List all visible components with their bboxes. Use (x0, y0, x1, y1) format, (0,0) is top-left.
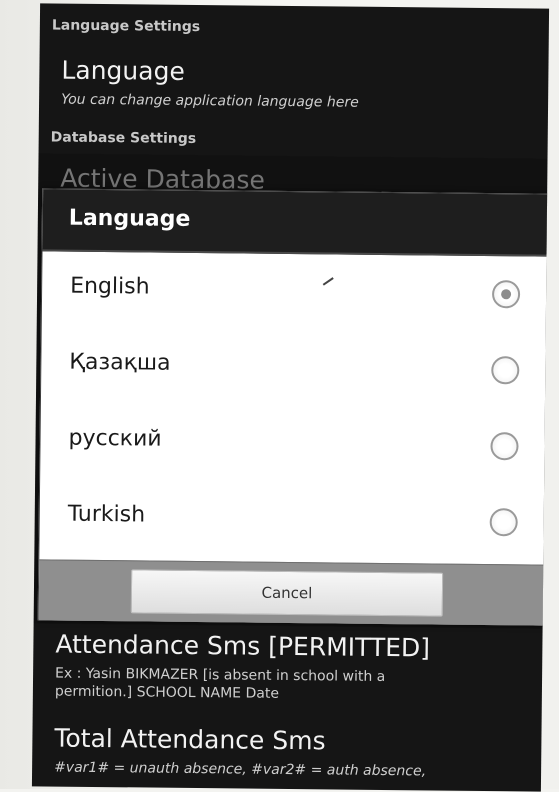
language-option-russian[interactable]: русский (40, 403, 547, 484)
dialog-footer: Cancel (38, 559, 546, 626)
radio-unchecked-icon[interactable] (490, 432, 519, 461)
language-option-kazakh[interactable]: Қазақша (41, 327, 548, 408)
preference-language-summary: You can change application language here (61, 91, 359, 111)
option-label: русский (68, 425, 162, 452)
preference-attendance-permitted-summary-line2: permition.] SCHOOL NAME Date (54, 683, 280, 702)
preference-attendance-permitted-summary-line1: Ex : Yasin BIKMAZER [is absent in school… (55, 665, 386, 686)
language-dialog: Language English Қазақша русский Turkish… (37, 188, 550, 626)
preference-total-attendance-title: Total Attendance Sms (54, 723, 326, 756)
radio-checked-icon[interactable] (491, 280, 521, 309)
dialog-header: Language (42, 189, 550, 257)
category-language-settings: Language Settings (51, 17, 201, 36)
language-option-english[interactable]: English (42, 251, 549, 332)
category-database-settings: Database Settings (50, 129, 197, 147)
option-label: Қазақша (69, 349, 171, 376)
preference-total-attendance-summary: #var1# = unauth absence, #var2# = auth a… (54, 759, 427, 780)
language-option-turkish[interactable]: Turkish (39, 479, 546, 560)
settings-screen: Language Settings Language You can chang… (31, 3, 550, 792)
cancel-button[interactable]: Cancel (130, 569, 444, 617)
radio-unchecked-icon[interactable] (489, 508, 518, 537)
option-label: English (70, 273, 150, 300)
dialog-title: Language (68, 205, 191, 232)
preference-language-title: Language (61, 55, 185, 86)
option-label: Turkish (67, 501, 146, 528)
preference-attendance-permitted-title: Attendance Sms [PERMITTED] (55, 629, 431, 663)
radio-unchecked-icon[interactable] (491, 356, 520, 385)
